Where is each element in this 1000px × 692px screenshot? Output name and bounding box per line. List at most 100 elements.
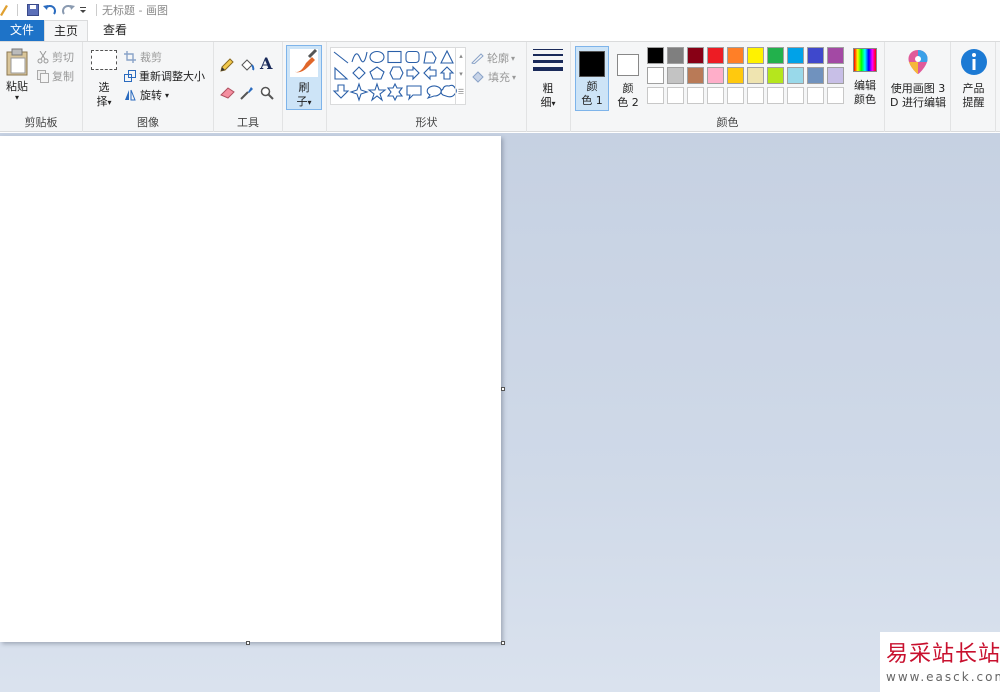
customize-quick-access-icon[interactable] xyxy=(79,5,87,15)
six-point-star-shape-icon[interactable] xyxy=(386,82,404,102)
palette-swatch[interactable] xyxy=(687,47,704,64)
palette-swatch[interactable] xyxy=(767,87,784,104)
undo-icon[interactable] xyxy=(43,4,57,16)
info-icon xyxy=(960,49,987,75)
palette-swatch[interactable] xyxy=(727,47,744,64)
right-triangle-shape-icon[interactable] xyxy=(334,66,349,80)
palette-swatch[interactable] xyxy=(767,47,784,64)
copy-button[interactable]: 复制 xyxy=(37,68,74,84)
left-arrow-shape-icon[interactable] xyxy=(423,65,437,81)
palette-swatch[interactable] xyxy=(787,47,804,64)
tab-view[interactable]: 查看 xyxy=(88,20,142,41)
four-point-star-shape-icon[interactable] xyxy=(349,82,369,102)
window-title: 无标题 - 画图 xyxy=(102,4,168,17)
palette-swatch[interactable] xyxy=(647,47,664,64)
drawing-canvas[interactable] xyxy=(0,136,501,642)
palette-swatch[interactable] xyxy=(727,67,744,84)
palette-swatch[interactable] xyxy=(687,67,704,84)
palette-swatch[interactable] xyxy=(807,67,824,84)
oval-shape-icon[interactable] xyxy=(369,50,385,64)
canvas-resize-handle-right[interactable] xyxy=(501,387,505,391)
down-arrow-shape-icon[interactable] xyxy=(332,84,350,99)
palette-swatch[interactable] xyxy=(667,67,684,84)
save-icon[interactable] xyxy=(27,4,39,16)
rectangle-shape-icon[interactable] xyxy=(387,50,402,64)
cut-button[interactable]: 剪切 xyxy=(37,49,74,65)
canvas-resize-handle-bottom[interactable] xyxy=(246,641,250,645)
shapes-scroll[interactable]: ▴ ▾ ☰ xyxy=(455,47,466,105)
color-picker-icon[interactable] xyxy=(240,86,254,100)
color1-label-2: 色 1 xyxy=(581,94,603,107)
paste-button[interactable]: 粘贴 ▾ xyxy=(2,46,32,110)
redo-icon[interactable] xyxy=(61,4,75,16)
color1-button[interactable]: 颜 色 1 xyxy=(575,46,609,111)
rotate-button[interactable]: 旋转 ▾ xyxy=(124,87,169,103)
fill-button[interactable]: 填充 ▾ xyxy=(471,69,516,85)
scroll-down-icon[interactable]: ▾ xyxy=(456,65,466,83)
oval-callout-shape-icon[interactable] xyxy=(426,85,442,100)
palette-swatch[interactable] xyxy=(787,87,804,104)
canvas-resize-handle-corner[interactable] xyxy=(501,641,505,645)
palette-swatch[interactable] xyxy=(647,87,664,104)
size-button[interactable]: 粗 细▾ xyxy=(531,48,565,110)
brushes-label-1: 刷 xyxy=(298,81,310,94)
palette-swatch[interactable] xyxy=(707,67,724,84)
edit-with-paint3d-button[interactable]: 使用画图 3 D 进行编辑 xyxy=(886,48,950,110)
product-alert-button[interactable]: 产品 提醒 xyxy=(953,48,994,110)
paint-app-icon[interactable] xyxy=(0,3,8,17)
palette-swatch[interactable] xyxy=(827,47,844,64)
paint3d-group: 使用画图 3 D 进行编辑 xyxy=(885,42,951,132)
scroll-up-icon[interactable]: ▴ xyxy=(456,47,466,65)
color2-button[interactable]: 颜 色 2 xyxy=(611,46,645,111)
up-arrow-shape-icon[interactable] xyxy=(439,66,455,80)
edit-colors-button[interactable]: 编辑 颜色 xyxy=(847,48,883,110)
palette-swatch[interactable] xyxy=(687,87,704,104)
palette-swatch[interactable] xyxy=(747,87,764,104)
palette-swatch[interactable] xyxy=(667,47,684,64)
line-shape-icon[interactable] xyxy=(333,51,349,64)
eraser-icon[interactable] xyxy=(220,86,235,99)
brushes-button[interactable]: 刷 子▾ xyxy=(286,45,322,110)
cloud-callout-shape-icon[interactable] xyxy=(440,84,457,98)
pencil-icon[interactable] xyxy=(220,58,234,72)
fill-bucket-icon[interactable] xyxy=(240,58,255,72)
polygon-shape-icon[interactable] xyxy=(423,51,437,64)
tab-home[interactable]: 主页 xyxy=(44,20,88,41)
size-label-2: 细 xyxy=(540,96,552,109)
outline-label: 轮廓 xyxy=(487,52,509,65)
chevron-down-icon: ▾ xyxy=(511,53,516,63)
palette-swatch[interactable] xyxy=(827,87,844,104)
palette-swatch[interactable] xyxy=(707,47,724,64)
palette-swatch[interactable] xyxy=(747,47,764,64)
crop-button[interactable]: 裁剪 xyxy=(124,49,162,65)
pentagon-shape-icon[interactable] xyxy=(369,66,385,80)
palette-swatch[interactable] xyxy=(727,87,744,104)
crop-label: 裁剪 xyxy=(140,51,162,64)
palette-swatch[interactable] xyxy=(807,47,824,64)
diamond-shape-icon[interactable] xyxy=(352,66,366,80)
palette-swatch[interactable] xyxy=(667,87,684,104)
line-width-icon xyxy=(533,49,563,71)
resize-label: 重新调整大小 xyxy=(139,70,205,83)
magnifier-icon[interactable] xyxy=(260,86,274,100)
rounded-rectangle-shape-icon[interactable] xyxy=(405,50,420,64)
outline-button[interactable]: 轮廓 ▾ xyxy=(471,50,515,66)
text-tool-icon[interactable]: A xyxy=(260,54,272,73)
palette-swatch[interactable] xyxy=(787,67,804,84)
palette-swatch[interactable] xyxy=(747,67,764,84)
five-point-star-shape-icon[interactable] xyxy=(367,82,387,102)
palette-swatch[interactable] xyxy=(647,67,664,84)
hexagon-shape-icon[interactable] xyxy=(389,66,404,80)
select-button[interactable]: 选 择▾ xyxy=(88,50,120,112)
palette-swatch[interactable] xyxy=(807,87,824,104)
tab-file[interactable]: 文件 xyxy=(0,20,44,41)
right-arrow-shape-icon[interactable] xyxy=(406,65,420,81)
palette-swatch[interactable] xyxy=(827,67,844,84)
resize-button[interactable]: 重新调整大小 xyxy=(124,68,205,84)
curve-shape-icon[interactable] xyxy=(351,51,368,63)
expand-gallery-icon[interactable]: ☰ xyxy=(456,83,466,101)
rect-callout-shape-icon[interactable] xyxy=(406,85,422,101)
palette-swatch[interactable] xyxy=(767,67,784,84)
palette-swatch[interactable] xyxy=(707,87,724,104)
triangle-shape-icon[interactable] xyxy=(440,49,454,64)
